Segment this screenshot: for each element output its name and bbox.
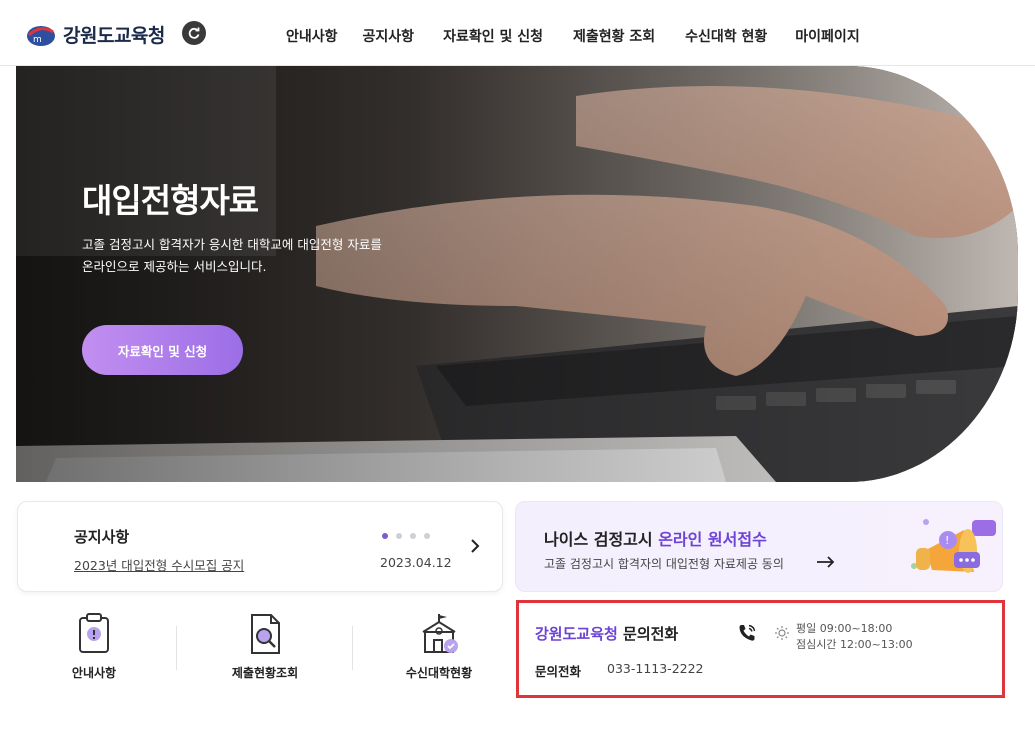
nav-submission-status[interactable]: 제출현황 조회 [573, 26, 655, 46]
hero-title: 대입전형자료 [82, 181, 259, 220]
pagination-dot[interactable] [410, 533, 416, 539]
online-application-banner[interactable]: 나이스 검정고시 온라인 원서접수 고졸 검정고시 합격자의 대입전형 자료제공… [515, 501, 1003, 592]
notice-item-link[interactable]: 2023년 대입전형 수시모집 공지 [74, 555, 244, 574]
pagination-dot[interactable] [424, 533, 430, 539]
hero-banner: 대입전형자료 고졸 검정고시 합격자가 응시한 대학교에 대입전형 자료를 온라… [16, 66, 1018, 482]
arrow-right-icon [817, 556, 835, 568]
refresh-icon [188, 27, 200, 39]
contact-phone-number[interactable]: 033-1113-2222 [607, 661, 704, 676]
megaphone-illustration-icon: ! [911, 519, 996, 573]
divider [176, 626, 177, 670]
sun-icon [775, 626, 789, 640]
hero-description: 고졸 검정고시 합격자가 응시한 대학교에 대입전형 자료를 온라인으로 제공하… [82, 234, 482, 278]
quick-link-info[interactable]: 안내사항 [34, 612, 154, 681]
office-hours-lunch: 점심시간 12:00~13:00 [796, 638, 913, 651]
notice-item-date: 2023.04.12 [380, 555, 452, 570]
quick-link-label: 제출현황조회 [231, 666, 299, 680]
promo-title: 나이스 검정고시 온라인 원서접수 [544, 526, 767, 550]
contact-phone-label: 문의전화 [535, 664, 582, 679]
notice-title: 공지사항 [74, 528, 130, 546]
pagination-dot[interactable] [396, 533, 402, 539]
contact-info-box: 강원도교육청 문의전화 평일 09:00~18:00 점심시간 12:00~13… [516, 600, 1005, 698]
svg-text:!: ! [945, 534, 949, 547]
office-hours: 평일 09:00~18:00 점심시간 12:00~13:00 [796, 621, 913, 653]
school-building-icon [422, 614, 458, 653]
nav-info[interactable]: 안내사항 [286, 26, 338, 46]
apply-button[interactable]: 자료확인 및 신청 [82, 325, 243, 375]
pagination-dot[interactable] [382, 533, 388, 539]
logo-emblem-icon: m [27, 26, 55, 46]
nav-mypage[interactable]: 마이페이지 [795, 26, 859, 46]
logo-text: 강원도교육청 [63, 24, 165, 47]
contact-title: 강원도교육청 문의전화 [535, 623, 678, 644]
quick-link-label: 수신대학현황 [405, 666, 473, 680]
hero-description-line: 온라인으로 제공하는 서비스입니다. [82, 259, 267, 274]
contact-title-highlight: 강원도교육청 [535, 625, 618, 643]
notice-card: 공지사항 2023년 대입전형 수시모집 공지 2023.04.12 [17, 501, 503, 592]
promo-subtitle: 고졸 검정고시 합격자의 대입전형 자료제공 동의 [544, 557, 784, 571]
refresh-button[interactable] [182, 21, 206, 45]
nav-receiving-universities[interactable]: 수신대학 현황 [685, 26, 767, 46]
nav-notice[interactable]: 공지사항 [363, 26, 415, 46]
office-hours-weekday: 평일 09:00~18:00 [796, 622, 893, 635]
chevron-right-icon[interactable] [468, 537, 482, 555]
divider [352, 626, 353, 670]
phone-icon [739, 624, 756, 641]
site-header: m 강원도교육청 안내사항 공지사항 자료확인 및 신청 제출현황 조회 수신대… [0, 0, 1035, 66]
document-search-icon [251, 614, 280, 654]
contact-title-text: 문의전화 [617, 625, 679, 643]
nav-apply[interactable]: 자료확인 및 신청 [443, 26, 543, 46]
promo-title-text: 나이스 검정고시 [544, 530, 659, 549]
promo-title-highlight: 온라인 원서접수 [658, 530, 767, 549]
clipboard-notice-icon [79, 613, 109, 653]
quick-link-submission-status[interactable]: 제출현황조회 [205, 612, 325, 681]
main-nav: 안내사항 공지사항 자료확인 및 신청 제출현황 조회 수신대학 현황 마이페이… [286, 26, 860, 46]
logo[interactable]: m 강원도교육청 [25, 18, 165, 50]
quick-link-label: 안내사항 [71, 666, 117, 680]
notice-pagination [382, 533, 430, 539]
quick-link-receiving-universities[interactable]: 수신대학현황 [379, 612, 499, 681]
hero-description-line: 고졸 검정고시 합격자가 응시한 대학교에 대입전형 자료를 [82, 237, 382, 252]
svg-text:m: m [33, 35, 42, 45]
